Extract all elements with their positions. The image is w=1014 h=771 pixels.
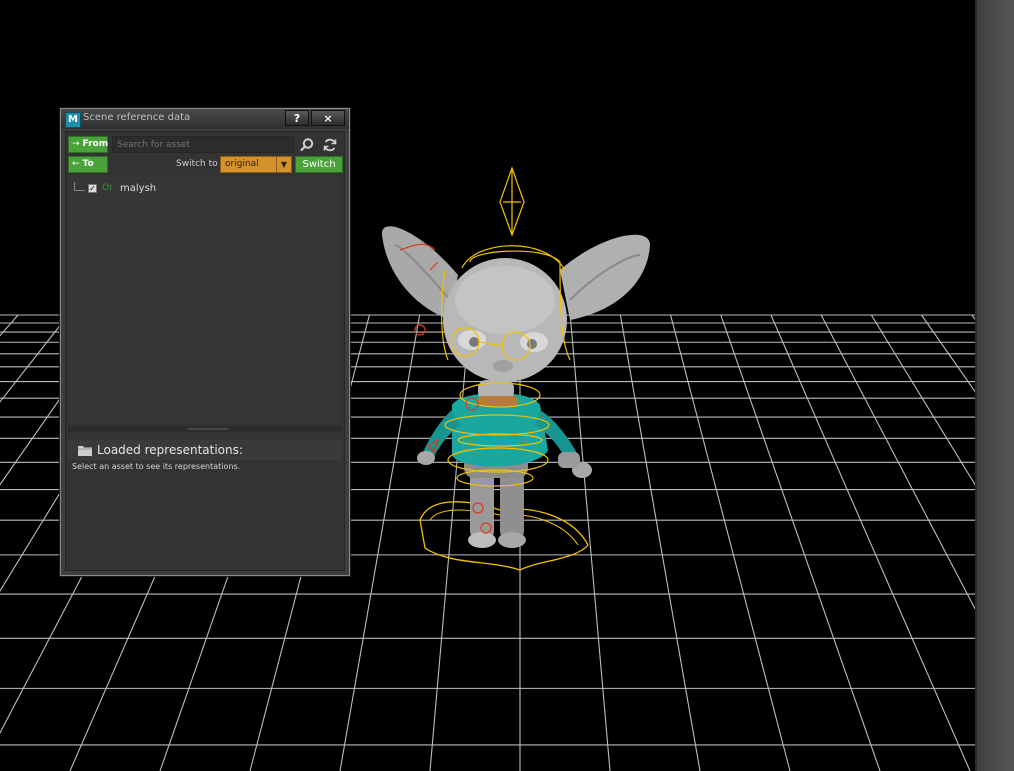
splitter-grip — [188, 428, 228, 430]
window-content: →From ←To Switch to original ▼ Switch ✓ … — [65, 131, 345, 571]
window-title: Scene reference data — [83, 112, 191, 123]
app-logo-icon: M — [65, 112, 81, 128]
asset-name: malysh — [120, 183, 157, 194]
search-input[interactable] — [112, 136, 294, 153]
chevron-down-icon[interactable]: ▼ — [276, 157, 291, 172]
arrow-right-icon: → — [72, 139, 80, 149]
to-label: To — [82, 159, 94, 169]
panel-splitter[interactable] — [68, 426, 342, 432]
from-label: From — [82, 139, 109, 149]
switch-button[interactable]: Switch — [295, 156, 343, 173]
asset-tree: ✓ Or malysh — [68, 176, 342, 424]
side-panel-edge — [975, 0, 1014, 771]
scene-reference-window[interactable]: M Scene reference data ? × →From ←To Swi… — [60, 108, 350, 576]
representation-select[interactable]: original ▼ — [220, 156, 292, 173]
asset-checkbox[interactable]: ✓ — [88, 184, 97, 193]
loaded-representations-title: Loaded representations: — [97, 443, 243, 457]
search-icon[interactable] — [299, 137, 315, 153]
close-button[interactable]: × — [311, 110, 345, 126]
folder-icon — [78, 446, 92, 456]
arrow-left-icon: ← — [72, 159, 80, 169]
window-titlebar[interactable]: M Scene reference data ? × — [61, 109, 349, 129]
refresh-icon[interactable] — [322, 137, 338, 153]
help-button[interactable]: ? — [285, 110, 309, 126]
representations-hint: Select an asset to see its representatio… — [72, 462, 241, 471]
asset-prefix: Or — [102, 183, 113, 193]
to-button[interactable]: ← To — [68, 156, 108, 173]
switch-to-label: Switch to — [176, 159, 218, 169]
character-model[interactable] — [381, 166, 650, 571]
tree-branch-line — [74, 182, 85, 191]
loaded-representations-header: Loaded representations: — [68, 440, 342, 460]
representation-select-value: original — [225, 159, 259, 169]
from-button[interactable]: → From — [68, 136, 108, 153]
